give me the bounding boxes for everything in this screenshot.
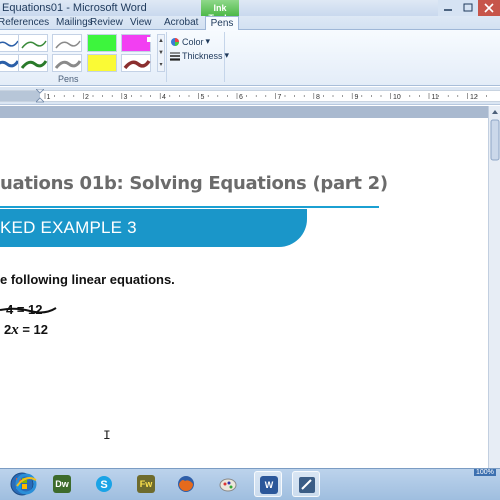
ruler-number: 3 [124, 94, 128, 101]
ruler-number: 6 [239, 94, 243, 101]
ribbon-pens-panel: ▲ ▼ ▾ Color ▾ Thickness ▾ Pens [0, 30, 500, 86]
skype-icon: S [96, 476, 112, 492]
example-banner-text: KED EXAMPLE 3 [0, 218, 137, 237]
chevron-down-icon: ▾ [224, 50, 230, 60]
text-cursor-icon: I [103, 428, 111, 443]
pen-blue-thick[interactable] [0, 54, 20, 72]
equation-b-variable: x [11, 322, 19, 338]
ruler-number: 8 [316, 94, 320, 101]
ruler-number: 5 [201, 94, 205, 101]
pen-blue-thin[interactable] [0, 34, 20, 52]
taskbar-item-dreamweaver[interactable]: Dw [48, 471, 76, 497]
ink-strikethrough [0, 307, 57, 314]
camtasia-icon [299, 477, 315, 493]
tab-references[interactable]: References [0, 17, 49, 28]
window-controls [438, 0, 500, 16]
pen-green-thin[interactable] [18, 34, 48, 52]
color-wheel-icon [171, 37, 179, 46]
thickness-button[interactable]: Thickness ▾ [170, 50, 229, 61]
fireworks-icon: Fw [137, 475, 155, 493]
tab-pens[interactable]: Pens [205, 16, 239, 30]
color-button[interactable]: Color ▾ [170, 36, 210, 47]
highlighter-magenta[interactable] [121, 34, 151, 52]
taskbar-item-skype[interactable]: S [90, 471, 118, 497]
ink-tools-context-tab[interactable]: Ink Tools [201, 0, 239, 23]
ruler-number: 2 [85, 94, 89, 101]
pen-grey-thick[interactable] [52, 54, 82, 72]
ruler-number: 9 [355, 94, 359, 101]
window-title: Equations01 - Microsoft Word [2, 2, 147, 14]
highlighter-green[interactable] [87, 34, 117, 52]
scrollbar-icons [490, 110, 500, 161]
ruler-number: 12 [470, 94, 478, 101]
taskbar-item-word[interactable]: W [254, 471, 282, 497]
paint-icon [219, 478, 237, 492]
ruler-number: 4 [162, 94, 166, 101]
pen-green-thick[interactable] [18, 54, 48, 72]
equation-b-rhs: = 12 [18, 322, 49, 337]
taskbar-item-fireworks[interactable]: Fw [132, 471, 160, 497]
dreamweaver-icon: Dw [53, 475, 71, 493]
word-icon: W [260, 476, 278, 494]
pen-grey-thin[interactable] [52, 34, 82, 52]
ribbon-tabs: References Mailings Review View Acrobat … [0, 16, 500, 30]
tab-review[interactable]: Review [90, 17, 123, 28]
pens-gallery-scroll[interactable]: ▲ ▼ ▾ [157, 34, 165, 72]
thickness-label: Thickness [182, 50, 223, 61]
tab-view[interactable]: View [130, 17, 152, 28]
ribbon-separator [166, 32, 167, 82]
highlighter-yellow[interactable] [87, 54, 117, 72]
color-label: Color [182, 36, 204, 47]
vertical-scrollbar[interactable] [488, 106, 500, 468]
ruler-ticks: 1 2 3 4 5 6 7 8 9 10 11 12 [44, 93, 487, 101]
tab-mailings[interactable]: Mailings [56, 17, 93, 28]
taskbar-item-camtasia[interactable] [292, 471, 320, 497]
taskbar-item-paint[interactable] [214, 471, 242, 497]
horizontal-ruler[interactable]: 1 2 3 4 5 6 7 8 9 10 11 12 [0, 87, 500, 105]
pen-maroon-thick[interactable] [121, 54, 151, 72]
internet-explorer-icon[interactable] [14, 472, 38, 496]
firefox-icon [178, 476, 194, 492]
indent-marker-icon[interactable] [36, 89, 44, 103]
ruler-strip: 1 2 3 4 5 6 7 8 9 10 11 12 [0, 90, 500, 102]
document-heading: uations 01b: Solving Equations (part 2) [0, 173, 388, 194]
ruler-number: 11 [432, 94, 439, 101]
chevron-down-icon: ▾ [205, 36, 211, 46]
tab-acrobat[interactable]: Acrobat [164, 17, 198, 28]
title-bar: Equations01 - Microsoft Word [0, 0, 500, 16]
taskbar-item-firefox[interactable] [172, 471, 200, 497]
ruler-number: 1 [47, 94, 51, 101]
ruler-number: 7 [278, 94, 282, 101]
heading-rule [0, 206, 379, 208]
zoom-level: 100% [474, 469, 496, 476]
instruction-text: e following linear equations. [0, 272, 175, 287]
ruler-number: 10 [393, 94, 401, 101]
window-controls-icons[interactable] [438, 0, 500, 16]
pens-group-label: Pens [58, 74, 79, 84]
document-page[interactable] [0, 118, 500, 468]
thickness-icon [170, 52, 180, 61]
equation-b: 2x = 12 [4, 322, 48, 339]
svg-text:S: S [100, 479, 107, 491]
